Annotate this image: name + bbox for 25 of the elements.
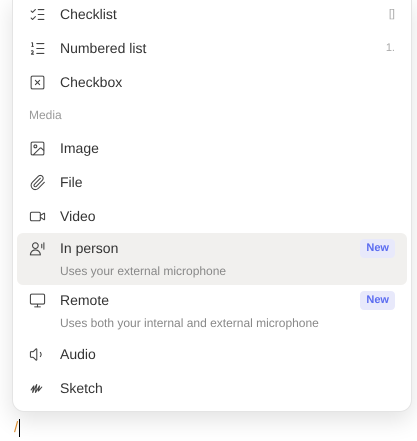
editor-text: / xyxy=(14,419,18,437)
menu-item[interactable]: Checklist [] xyxy=(17,0,407,31)
menu-item[interactable]: Audio xyxy=(17,337,407,371)
item-description: Uses your external microphone xyxy=(59,263,228,280)
paperclip-icon xyxy=(29,174,46,190)
menu-item[interactable]: Video xyxy=(17,199,407,233)
shortcut-hint: 1. xyxy=(386,40,395,56)
text-cursor xyxy=(19,419,20,437)
item-description: Uses both your internal and external microphone xyxy=(59,315,320,332)
menu-item[interactable]: File xyxy=(17,165,407,199)
checkbox-icon xyxy=(29,74,46,90)
person-speaking-icon xyxy=(29,240,46,257)
numbered-list-icon xyxy=(29,40,46,56)
menu-item[interactable]: Sketch xyxy=(17,371,407,405)
menu-item[interactable]: Checkbox xyxy=(17,65,407,99)
menu-item[interactable]: Numbered list 1. xyxy=(17,31,407,65)
monitor-icon xyxy=(29,292,46,309)
menu-item[interactable]: In person New Uses your external microphone xyxy=(17,233,407,285)
new-badge: New xyxy=(360,291,395,310)
menu-item[interactable]: Image xyxy=(17,131,407,165)
menu-item[interactable]: Remote New Uses both your internal and external microphone xyxy=(17,285,407,337)
image-icon xyxy=(29,140,46,156)
section-header: Media xyxy=(29,107,62,124)
new-badge: New xyxy=(360,239,395,258)
shortcut-hint: [] xyxy=(388,6,395,22)
